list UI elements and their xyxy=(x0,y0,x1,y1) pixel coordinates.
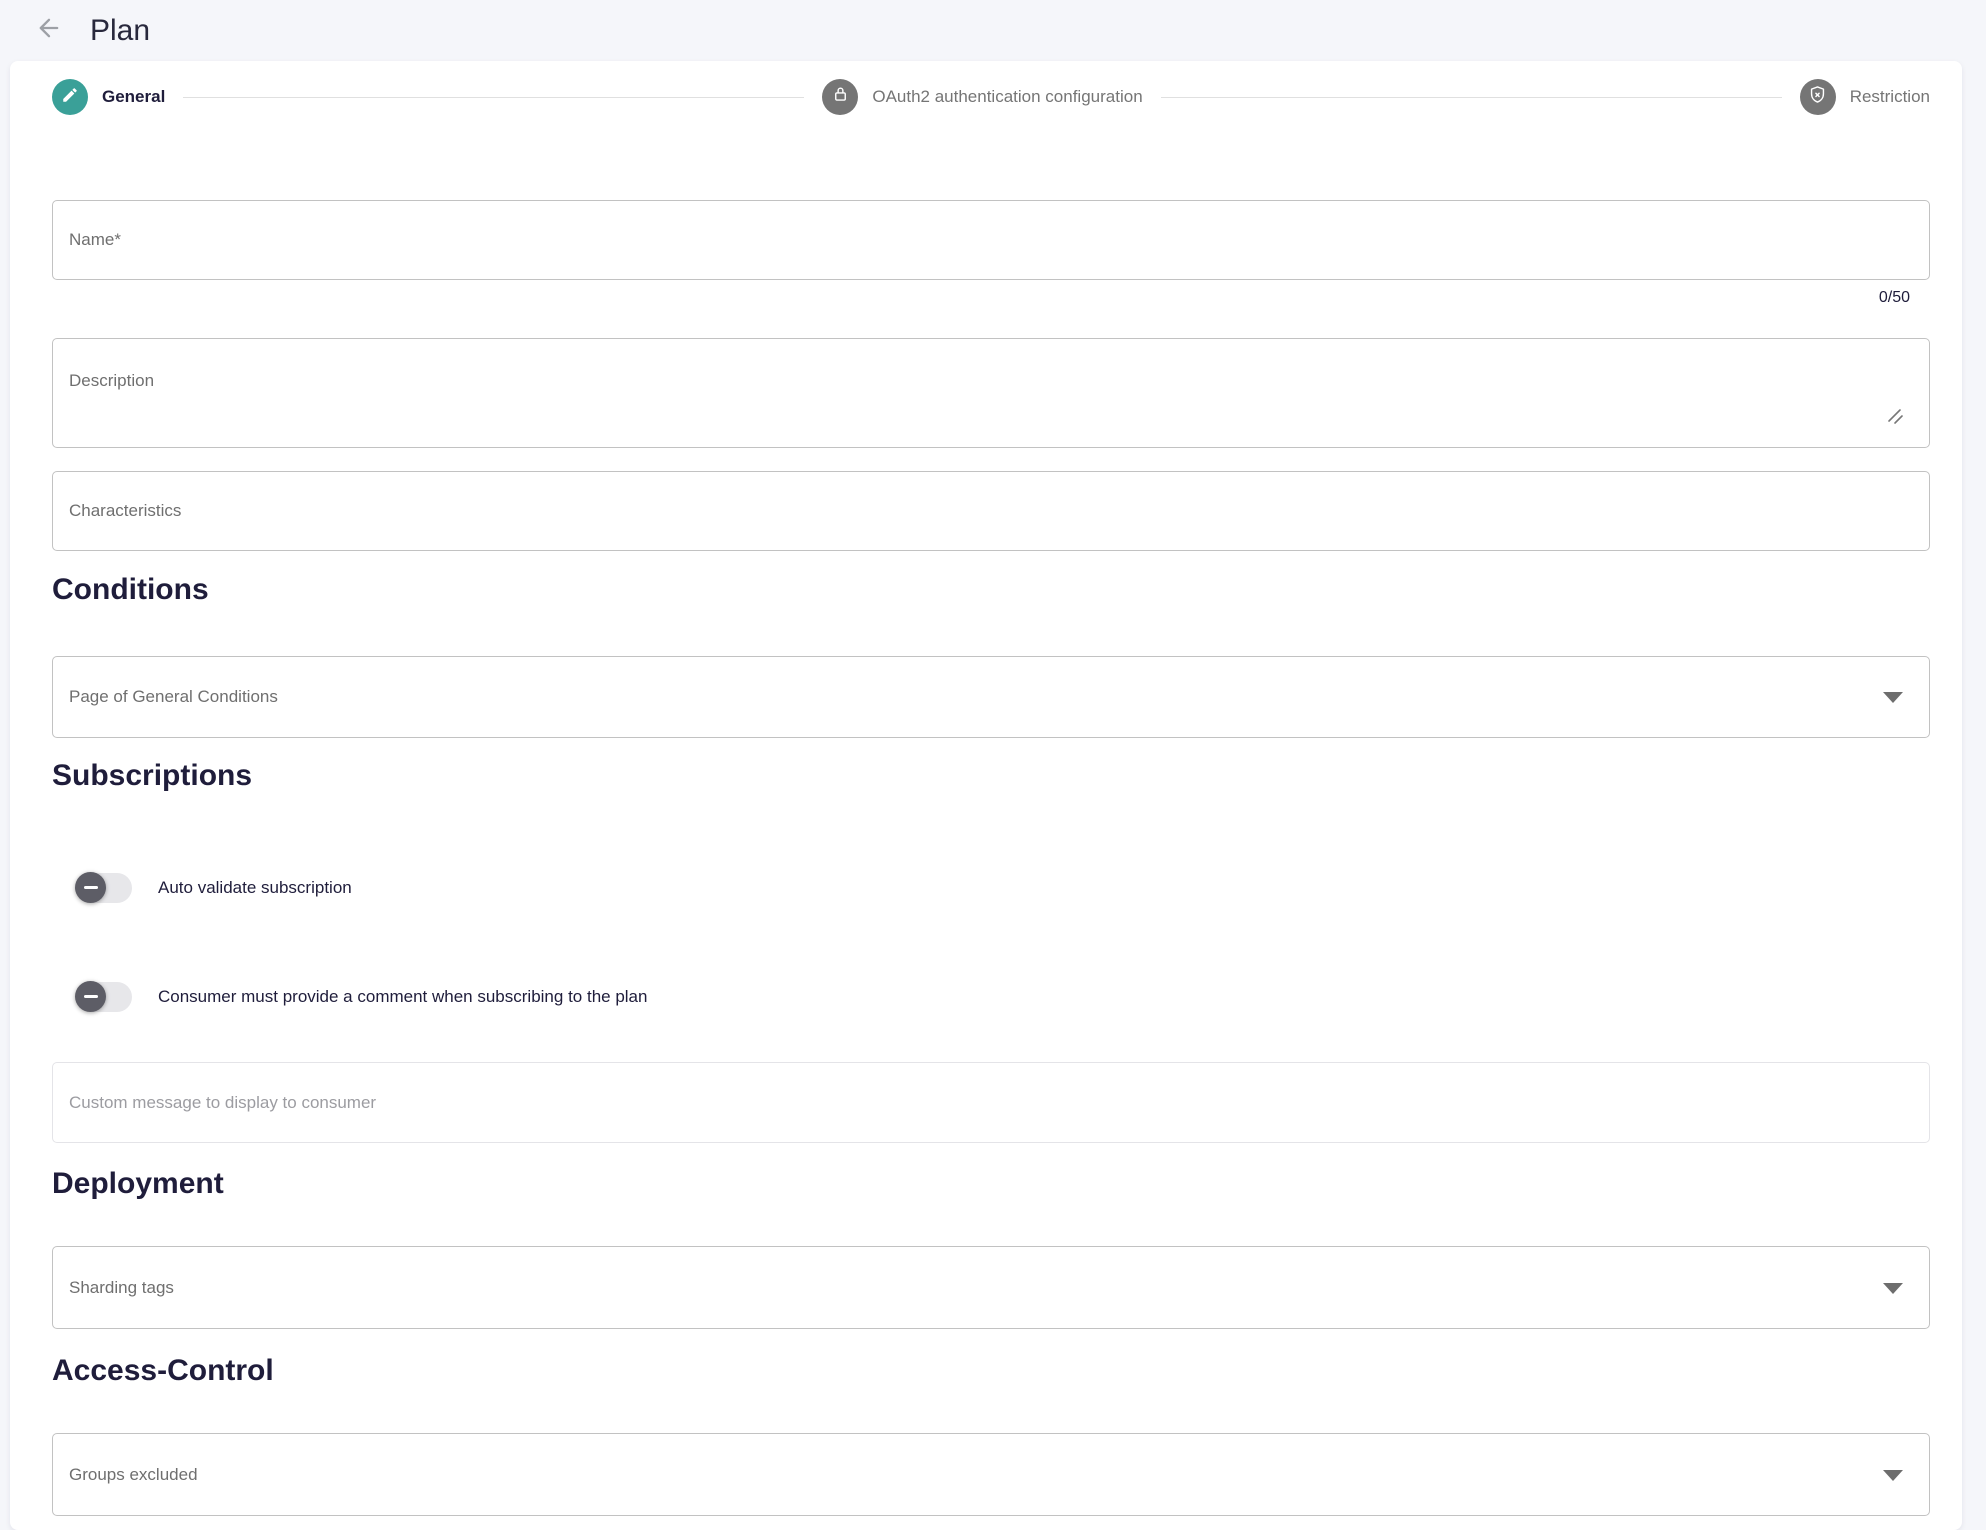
chevron-down-icon xyxy=(1883,692,1903,703)
step-general-circle xyxy=(52,79,88,115)
arrow-back-icon xyxy=(35,14,63,47)
page-of-general-conditions-select[interactable]: Page of General Conditions xyxy=(52,656,1930,738)
step-restriction-circle xyxy=(1800,79,1836,115)
groups-excluded-select[interactable]: Groups excluded xyxy=(52,1433,1930,1516)
page-header: Plan xyxy=(0,0,1986,61)
custom-message-placeholder: Custom message to display to consumer xyxy=(69,1093,376,1113)
resize-handle-icon[interactable] xyxy=(1887,408,1905,431)
lock-icon xyxy=(831,85,850,109)
chevron-down-icon xyxy=(1883,1283,1903,1294)
shield-x-icon xyxy=(1808,85,1827,109)
sharding-tags-label: Sharding tags xyxy=(69,1278,174,1298)
stepper-connector xyxy=(1161,97,1782,98)
pencil-icon xyxy=(61,86,79,109)
deployment-heading: Deployment xyxy=(52,1163,1930,1205)
minus-icon xyxy=(84,886,98,889)
description-textarea[interactable]: Description xyxy=(52,338,1930,448)
step-restriction[interactable]: Restriction xyxy=(1800,79,1930,115)
step-oauth2-circle xyxy=(822,79,858,115)
plan-form-card: General OAuth2 authentication configurat… xyxy=(10,61,1962,1530)
step-oauth2[interactable]: OAuth2 authentication configuration xyxy=(822,79,1142,115)
step-restriction-label: Restriction xyxy=(1850,87,1930,107)
characteristics-label: Characteristics xyxy=(69,501,181,521)
minus-icon xyxy=(84,995,98,998)
comment-required-toggle[interactable] xyxy=(78,982,132,1012)
comment-required-row: Consumer must provide a comment when sub… xyxy=(78,982,1930,1012)
auto-validate-label: Auto validate subscription xyxy=(158,878,352,898)
subscriptions-heading: Subscriptions xyxy=(52,755,1930,797)
conditions-heading: Conditions xyxy=(52,569,1930,611)
stepper-connector xyxy=(183,97,804,98)
characteristics-input[interactable]: Characteristics xyxy=(52,471,1930,551)
name-input[interactable]: Name* xyxy=(52,200,1930,280)
auto-validate-row: Auto validate subscription xyxy=(78,873,1930,903)
step-general-label: General xyxy=(102,87,165,107)
sharding-tags-select[interactable]: Sharding tags xyxy=(52,1246,1930,1329)
page-title: Plan xyxy=(90,14,150,48)
groups-excluded-label: Groups excluded xyxy=(69,1465,198,1485)
comment-required-label: Consumer must provide a comment when sub… xyxy=(158,987,647,1007)
custom-message-input[interactable]: Custom message to display to consumer xyxy=(52,1062,1930,1143)
access-control-heading: Access-Control xyxy=(52,1350,1930,1392)
toggle-thumb xyxy=(75,872,106,903)
step-oauth2-label: OAuth2 authentication configuration xyxy=(872,87,1142,107)
back-button[interactable] xyxy=(34,16,64,46)
stepper: General OAuth2 authentication configurat… xyxy=(52,79,1930,115)
chevron-down-icon xyxy=(1883,1470,1903,1481)
name-input-label: Name* xyxy=(69,230,121,250)
step-general[interactable]: General xyxy=(52,79,165,115)
auto-validate-toggle[interactable] xyxy=(78,873,132,903)
page-of-general-conditions-label: Page of General Conditions xyxy=(69,687,278,707)
description-label: Description xyxy=(69,371,154,390)
toggle-thumb xyxy=(75,981,106,1012)
name-char-counter: 0/50 xyxy=(52,289,1930,311)
